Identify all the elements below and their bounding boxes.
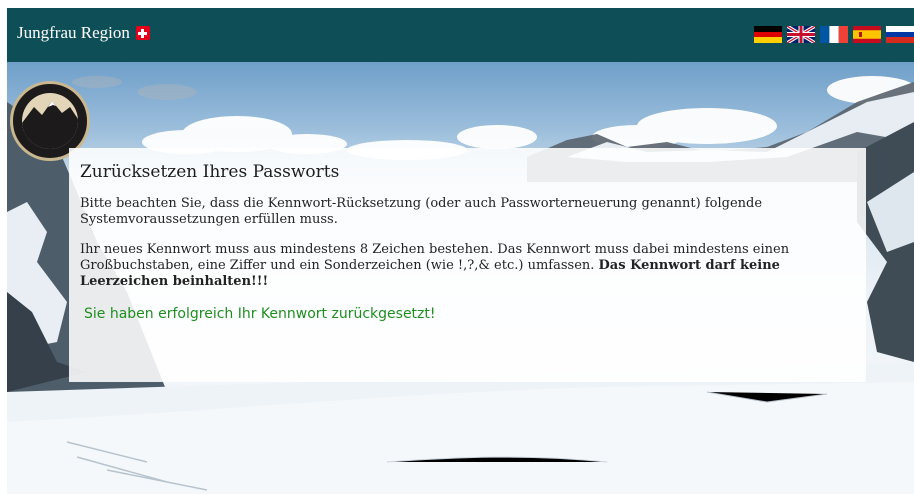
brand-title: Jungfrau Region <box>17 23 130 42</box>
brand[interactable]: Jungfrau Region <box>17 23 150 43</box>
spanish-flag-icon[interactable] <box>853 26 881 43</box>
german-flag-icon[interactable] <box>754 26 782 43</box>
page-title: Zurücksetzen Ihres Passworts <box>80 162 340 182</box>
language-selector <box>754 26 914 43</box>
site-header: Jungfrau Region <box>7 8 914 62</box>
hero-background: #DiniWält Zurücksetzen Ihres Passworts B… <box>7 62 914 494</box>
requirements-intro: Bitte beachten Sie, dass die Kennwort-Rü… <box>80 196 763 227</box>
logo-badge: #DiniWält <box>22 93 78 149</box>
password-rules: Ihr neues Kennwort muss aus mindestens 8… <box>80 242 855 290</box>
uk-flag-icon[interactable] <box>787 26 815 43</box>
reset-password-panel: Zurücksetzen Ihres Passworts Bitte beach… <box>69 148 866 382</box>
page-frame: Jungfrau Region #DiniWält Zurücksetzen I… <box>7 8 914 494</box>
french-flag-icon[interactable] <box>820 26 848 43</box>
russian-flag-icon[interactable] <box>886 26 914 43</box>
success-message: Sie haben erfolgreich Ihr Kennwort zurüc… <box>84 306 436 322</box>
swiss-flag-icon <box>135 26 150 40</box>
